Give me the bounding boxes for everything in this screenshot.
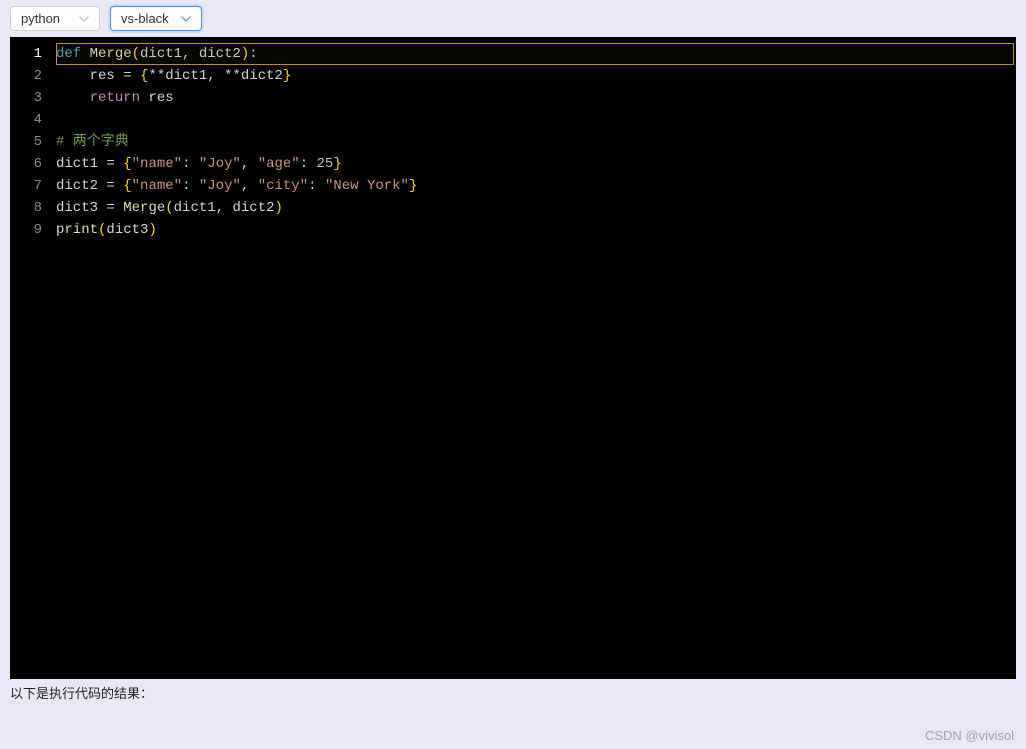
code-token: } [409,178,417,194]
code-editor[interactable]: 123456789 def Merge(dict1, dict2): res =… [10,37,1016,679]
code-token: 25 [317,156,334,172]
code-token: : [300,156,317,172]
code-line[interactable]: def Merge(dict1, dict2): [56,43,1016,65]
code-token: , [216,200,233,216]
code-token: = [106,178,123,194]
code-token: = [106,156,123,172]
code-token: ) [148,222,156,238]
watermark: CSDN @vivisol [925,728,1014,743]
code-token: dict1 [56,156,106,172]
code-area[interactable]: def Merge(dict1, dict2): res = {**dict1,… [56,37,1016,679]
line-number: 1 [10,43,56,65]
top-controls: python vs-black [0,0,1026,37]
code-line[interactable]: dict2 = {"name": "Joy", "city": "New Yor… [56,175,1016,197]
code-token: ** [148,68,165,84]
code-token: ( [132,46,140,62]
code-token: def [56,46,90,62]
code-token: dict3 [106,222,148,238]
code-token: { [123,156,131,172]
line-number: 8 [10,197,56,219]
result-label: 以下是执行代码的结果： [10,683,1016,702]
code-token: # 两个字典 [56,134,129,150]
code-token: : [182,178,199,194]
code-token: dict2 [232,200,274,216]
code-token: "city" [258,178,308,194]
code-token: Merge [90,46,132,62]
code-token: { [123,178,131,194]
code-token: , [241,156,258,172]
code-token: } [333,156,341,172]
code-token: "Joy" [199,156,241,172]
code-token: , [182,46,199,62]
code-token: = [123,68,140,84]
code-token: res [90,68,124,84]
theme-select[interactable]: vs-black [110,6,202,31]
code-token: , [241,178,258,194]
code-token: dict2 [56,178,106,194]
code-token: , [207,68,224,84]
code-token: "age" [258,156,300,172]
code-token [56,90,90,106]
code-token: dict2 [241,68,283,84]
code-token: dict1 [165,68,207,84]
language-select[interactable]: python [10,6,100,31]
code-line[interactable]: dict1 = {"name": "Joy", "age": 25} [56,153,1016,175]
line-number: 3 [10,87,56,109]
code-token: } [283,68,291,84]
chevron-down-icon [79,14,89,24]
line-number: 5 [10,131,56,153]
code-token: dict2 [199,46,241,62]
theme-select-value: vs-black [121,11,169,26]
code-line[interactable]: return res [56,87,1016,109]
code-token: return [90,90,149,106]
line-number: 9 [10,219,56,241]
line-number: 7 [10,175,56,197]
code-token: Merge [123,200,165,216]
code-token: ) [275,200,283,216]
code-line[interactable] [56,109,1016,131]
chevron-down-icon [181,14,191,24]
code-line[interactable]: # 两个字典 [56,131,1016,153]
line-number: 6 [10,153,56,175]
code-line[interactable]: print(dict3) [56,219,1016,241]
code-token: print [56,222,98,238]
code-token: : [308,178,325,194]
code-line[interactable]: res = {**dict1, **dict2} [56,65,1016,87]
code-token: ** [224,68,241,84]
line-number: 4 [10,109,56,131]
code-token: "New York" [325,178,409,194]
code-token [56,68,90,84]
code-token: dict3 [56,200,106,216]
code-token: "Joy" [199,178,241,194]
code-token: dict1 [140,46,182,62]
code-token: = [106,200,123,216]
line-gutter: 123456789 [10,37,56,679]
language-select-value: python [21,11,60,26]
line-number: 2 [10,65,56,87]
code-token: dict1 [174,200,216,216]
code-token: ( [165,200,173,216]
code-token: : [249,46,257,62]
code-token: "name" [132,178,182,194]
code-token: res [148,90,173,106]
code-line[interactable]: dict3 = Merge(dict1, dict2) [56,197,1016,219]
code-token: : [182,156,199,172]
code-token: "name" [132,156,182,172]
